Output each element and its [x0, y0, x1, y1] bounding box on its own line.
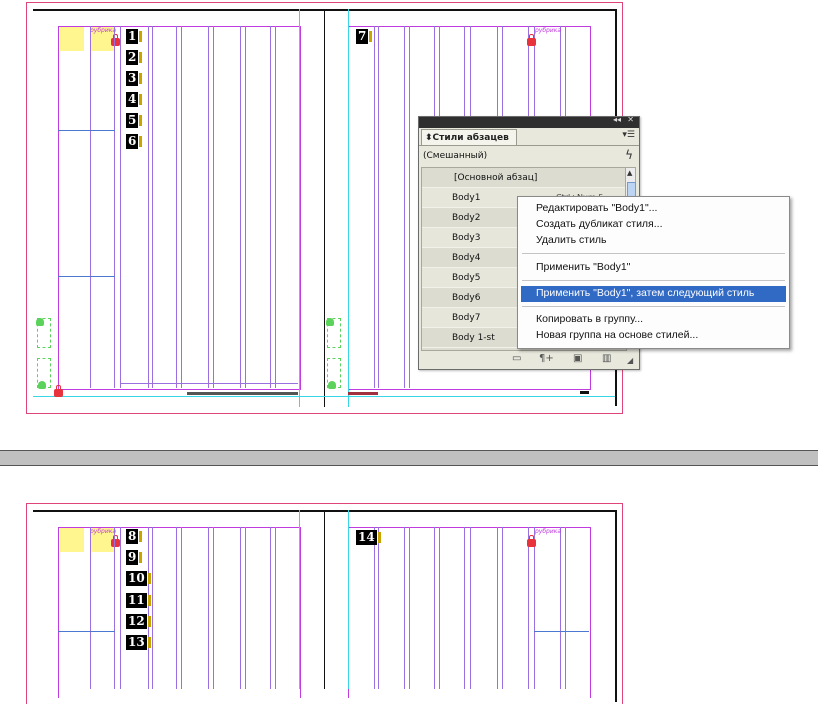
panel-footer: ▭ ¶+ ▣ ▥ ◢	[419, 351, 639, 369]
page-number: 9	[126, 550, 143, 565]
scroll-up-icon[interactable]: ▲	[627, 169, 632, 177]
menu-separator	[522, 306, 785, 307]
menu-item-apply-style[interactable]: Применить "Body1"	[536, 261, 630, 273]
lock-icon	[54, 385, 63, 397]
frame-edge-strip	[187, 392, 298, 395]
margin-box-left	[58, 527, 301, 698]
close-icon[interactable]: ✕	[627, 115, 634, 124]
page-number: 14	[356, 530, 381, 545]
current-style-label: (Смешанный)	[423, 151, 488, 161]
text-frame-yellow	[60, 528, 84, 552]
lock-icon	[527, 535, 536, 547]
menu-separator	[522, 280, 785, 281]
page-number: 3	[126, 71, 143, 86]
page-number: 13	[126, 635, 151, 650]
page-number: 7	[356, 29, 373, 44]
panel-menu-icon[interactable]: ▾☰	[622, 130, 635, 140]
rubric-label: рубрика	[90, 27, 117, 34]
clear-overrides-icon[interactable]: ¶+	[539, 353, 554, 364]
page-number: 4	[126, 92, 143, 107]
tab-arrows-icon: ⬍	[425, 133, 433, 143]
new-style-icon[interactable]: ▣	[573, 353, 582, 364]
menu-item-apply-then-next[interactable]: Применить "Body1", затем следующий стиль	[536, 287, 754, 299]
menu-item-duplicate-style[interactable]: Создать дубликат стиля...	[536, 218, 663, 230]
page-number: 10	[126, 571, 151, 586]
quick-apply-icon[interactable]: ϟ	[625, 148, 633, 162]
margin-box-left	[58, 26, 301, 390]
spread-divider	[0, 450, 818, 466]
rubric-label: рубрика	[90, 528, 117, 535]
page-number: 2	[126, 50, 143, 65]
pin-icon	[36, 318, 44, 326]
text-frame-yellow	[60, 27, 84, 51]
lock-icon	[111, 535, 120, 547]
menu-item-new-group-from-styles[interactable]: Новая группа на основе стилей...	[536, 329, 698, 341]
rubric-label: рубрика	[535, 27, 562, 34]
page-number: 12	[126, 614, 151, 629]
folder-icon[interactable]: ▭	[512, 353, 521, 364]
page-number: 11	[126, 593, 151, 608]
rubric-label: рубрика	[535, 528, 562, 535]
trash-icon[interactable]: ▥	[602, 353, 611, 364]
menu-item-delete-style[interactable]: Удалить стиль	[536, 234, 607, 246]
tab-paragraph-styles[interactable]: ⬍Стили абзацев	[421, 129, 517, 145]
resize-grip-icon[interactable]: ◢	[627, 356, 633, 365]
menu-item-edit-style[interactable]: Редактировать "Body1"...	[536, 202, 657, 214]
frame-edge-strip	[580, 391, 589, 394]
menu-item-copy-to-group[interactable]: Копировать в группу...	[536, 313, 643, 325]
pin-icon	[38, 381, 46, 389]
spine	[324, 9, 325, 407]
page-number: 1	[126, 29, 143, 44]
lock-icon	[527, 34, 536, 46]
lock-icon	[111, 34, 120, 46]
collapse-icon[interactable]: ◂◂	[613, 115, 621, 124]
pin-icon	[326, 318, 334, 326]
menu-separator	[522, 253, 785, 254]
style-row[interactable]: [Основной абзац]	[422, 168, 626, 188]
spine	[324, 510, 325, 689]
style-context-menu: Редактировать "Body1"... Создать дублика…	[517, 196, 790, 349]
page-number: 6	[126, 134, 143, 149]
frame-edge-strip	[348, 392, 378, 395]
panel-titlebar[interactable]: ◂◂ ✕	[419, 115, 639, 128]
page-number: 8	[126, 529, 143, 544]
pin-icon	[328, 381, 336, 389]
page-number: 5	[126, 113, 143, 128]
